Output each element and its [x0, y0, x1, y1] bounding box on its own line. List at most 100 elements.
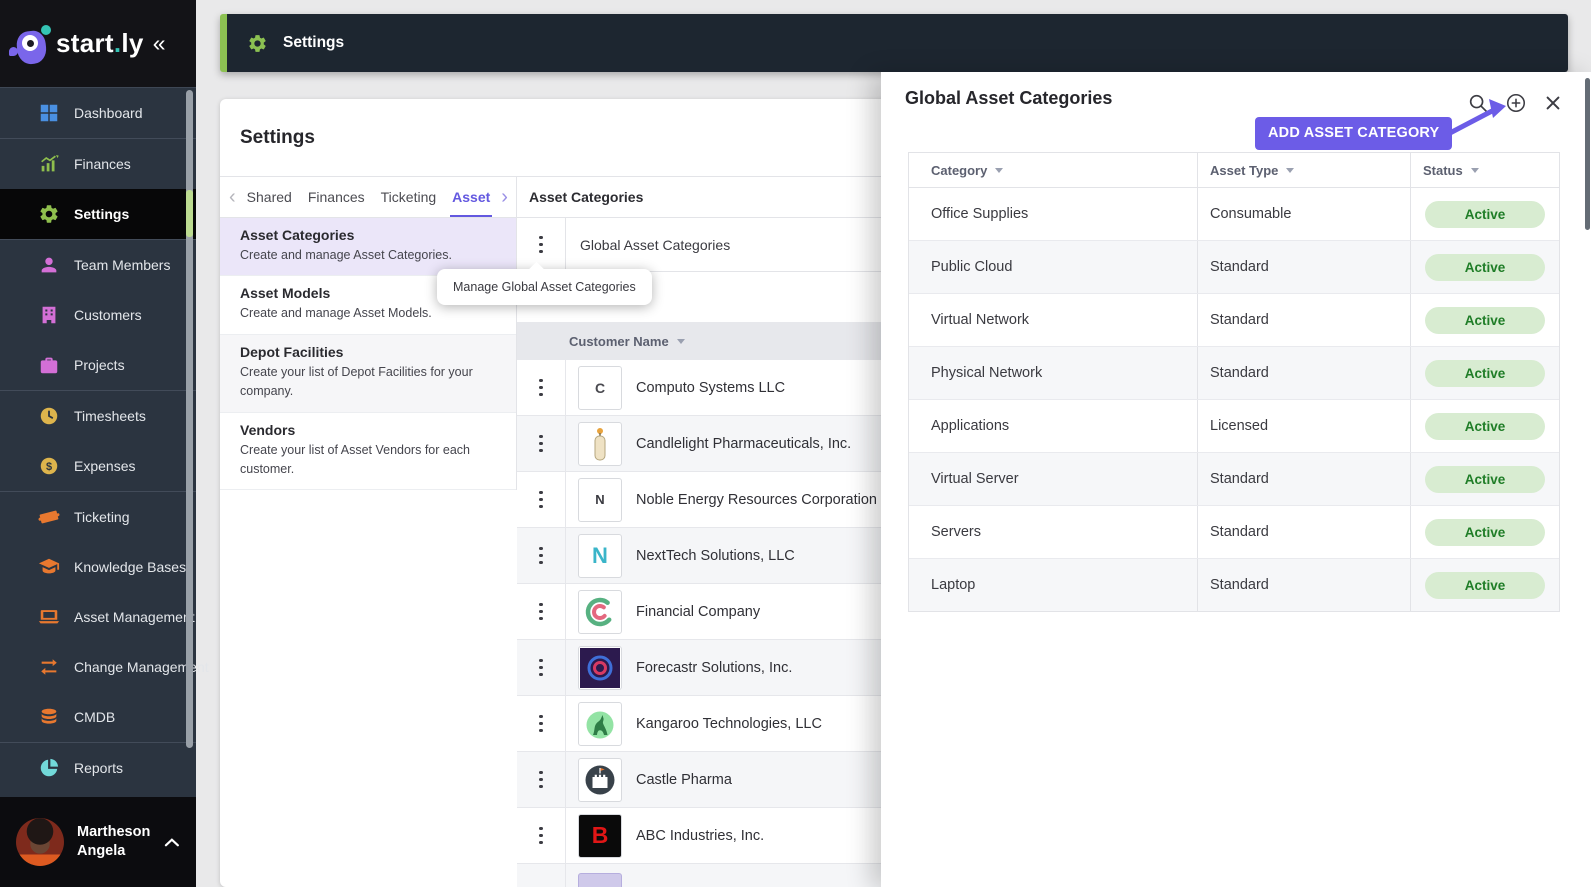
finances-icon — [38, 153, 60, 175]
customer-name: ABC Industries, Inc. — [636, 827, 765, 844]
page-scrollbar-thumb[interactable] — [1585, 78, 1590, 230]
tab-strip: ‹ Shared Finances Ticketing Asset › — [220, 177, 517, 217]
tabs-scroll-right-icon[interactable]: › — [498, 187, 511, 207]
user-menu[interactable]: Martheson Angela — [0, 797, 196, 887]
kebab-cell — [517, 808, 566, 863]
asset-category-row[interactable]: Servers Standard Active — [909, 506, 1559, 559]
asset-category-row[interactable]: Public Cloud Standard Active — [909, 241, 1559, 294]
asset-category-row[interactable]: Physical Network Standard Active — [909, 347, 1559, 400]
reports-icon — [38, 757, 60, 779]
kebab-menu-icon[interactable] — [533, 230, 549, 260]
sidebar-item-cmdb[interactable]: CMDB — [0, 692, 196, 742]
sidebar-item-expenses[interactable]: Expenses — [0, 441, 196, 491]
kebab-cell — [517, 864, 566, 887]
chevron-up-icon — [165, 837, 180, 846]
status-cell: Active — [1411, 506, 1559, 558]
sidebar-item-asset-management[interactable]: Asset Management — [0, 592, 196, 642]
sidebar-scrollbar-active-segment — [186, 190, 193, 237]
sidebar-item-label: Reports — [74, 760, 124, 776]
sidebar-item-reports[interactable]: Reports — [0, 743, 196, 793]
brand-name: start.ly — [56, 28, 144, 58]
sidebar-item-label: CMDB — [74, 709, 116, 725]
sidebar-item-label: Team Members — [74, 257, 171, 273]
kebab-menu-icon[interactable] — [533, 821, 549, 851]
sidebar-item-timesheets[interactable]: Timesheets — [0, 391, 196, 441]
category-cell: Laptop — [909, 559, 1198, 611]
kebab-menu-icon[interactable] — [533, 597, 549, 627]
status-badge: Active — [1425, 200, 1545, 228]
sidebar-item-settings[interactable]: Settings — [0, 189, 196, 239]
kebab-menu-icon[interactable] — [533, 653, 549, 683]
sidebar-nav: Dashboard Finances Settings Team Members Cus… — [0, 87, 209, 793]
sidebar-item-dashboard[interactable]: Dashboard — [0, 88, 196, 138]
status-cell: Active — [1411, 188, 1559, 240]
column-header-asset-type[interactable]: Asset Type — [1198, 153, 1411, 187]
status-badge: Active — [1425, 465, 1545, 493]
sidebar-scrollbar[interactable] — [186, 90, 193, 748]
customer-name: Forecastr Solutions, Inc. — [636, 659, 793, 676]
column-header-category[interactable]: Category — [909, 153, 1198, 187]
asset-category-row[interactable]: Office Supplies Consumable Active — [909, 188, 1559, 241]
column-header-status[interactable]: Status — [1411, 153, 1559, 187]
kebab-cell — [517, 218, 566, 271]
status-cell: Active — [1411, 241, 1559, 293]
tab-ticketing[interactable]: Ticketing — [373, 177, 445, 217]
sidebar-item-team-members[interactable]: Team Members — [0, 240, 196, 290]
cmdb-icon — [38, 706, 60, 728]
settings-icon — [38, 203, 60, 225]
global-asset-categories-drawer: Global Asset Categories ADD ASSET CATEGO… — [881, 72, 1591, 887]
kebab-cell — [517, 360, 566, 415]
kebab-menu-icon[interactable] — [533, 709, 549, 739]
close-icon[interactable] — [1543, 93, 1563, 113]
settings-section-asset-categories[interactable]: Asset Categories Create and manage Asset … — [220, 218, 516, 277]
change-management-icon — [38, 656, 60, 678]
tab-shared[interactable]: Shared — [239, 177, 300, 217]
brand-logo: start.ly « — [0, 0, 196, 87]
sidebar-item-label: Finances — [74, 156, 131, 172]
asset-type-cell: Standard — [1198, 559, 1411, 611]
section-title: Asset Categories — [240, 227, 355, 243]
kebab-menu-icon[interactable] — [533, 429, 549, 459]
kebab-menu-icon[interactable] — [533, 373, 549, 403]
sidebar-item-label: Settings — [74, 206, 130, 222]
sidebar-item-label: Customers — [74, 307, 142, 323]
tab-finances[interactable]: Finances — [300, 177, 373, 217]
asset-category-row[interactable]: Virtual Network Standard Active — [909, 294, 1559, 347]
kebab-menu-icon[interactable] — [533, 485, 549, 515]
manage-categories-tooltip: Manage Global Asset Categories — [437, 269, 652, 305]
sidebar-item-ticketing[interactable]: Ticketing — [0, 492, 196, 542]
sidebar-collapse-icon[interactable]: « — [153, 30, 166, 57]
tabs-scroll-left-icon[interactable]: ‹ — [226, 187, 239, 207]
page-header: Settings — [220, 14, 1568, 72]
settings-section-depot-facilities[interactable]: Depot Facilities Create your list of Depo… — [220, 334, 516, 413]
kebab-menu-icon[interactable] — [533, 765, 549, 795]
sidebar-item-customers[interactable]: Customers — [0, 290, 196, 340]
settings-gear-icon — [247, 33, 268, 54]
sort-icon — [1286, 167, 1295, 173]
sidebar-item-change-management[interactable]: Change Management — [0, 642, 209, 692]
asset-category-row[interactable]: Laptop Standard Active — [909, 559, 1559, 611]
status-badge: Active — [1425, 306, 1545, 334]
customer-name: Computo Systems LLC — [636, 379, 786, 396]
global-asset-categories-label: Global Asset Categories — [580, 236, 731, 253]
sidebar-item-finances[interactable]: Finances — [0, 139, 196, 189]
tab-asset[interactable]: Asset — [444, 177, 498, 217]
sidebar-item-knowledge-bases[interactable]: Knowledge Bases — [0, 542, 196, 592]
asset-category-row[interactable]: Virtual Server Standard Active — [909, 453, 1559, 506]
sort-icon — [995, 167, 1004, 173]
asset-management-icon — [38, 606, 60, 628]
drawer-title: Global Asset Categories — [905, 88, 1113, 108]
category-cell: Servers — [909, 506, 1198, 558]
customer-logo — [578, 873, 622, 887]
asset-type-cell: Consumable — [1198, 188, 1411, 240]
settings-section-vendors[interactable]: Vendors Create your list of Asset Vendors… — [220, 413, 516, 491]
sidebar-item-label: Asset Management — [74, 609, 195, 625]
settings-section-list: Asset Categories Create and manage Asset … — [220, 218, 517, 491]
kebab-cell — [517, 416, 566, 471]
section-title: Depot Facilities — [240, 343, 344, 360]
table-body: Office Supplies Consumable Active Public Cl… — [909, 188, 1559, 611]
kebab-menu-icon[interactable] — [533, 541, 549, 571]
sidebar-item-projects[interactable]: Projects — [0, 340, 196, 390]
asset-category-row[interactable]: Applications Licensed Active — [909, 400, 1559, 453]
asset-type-cell: Standard — [1198, 453, 1411, 505]
